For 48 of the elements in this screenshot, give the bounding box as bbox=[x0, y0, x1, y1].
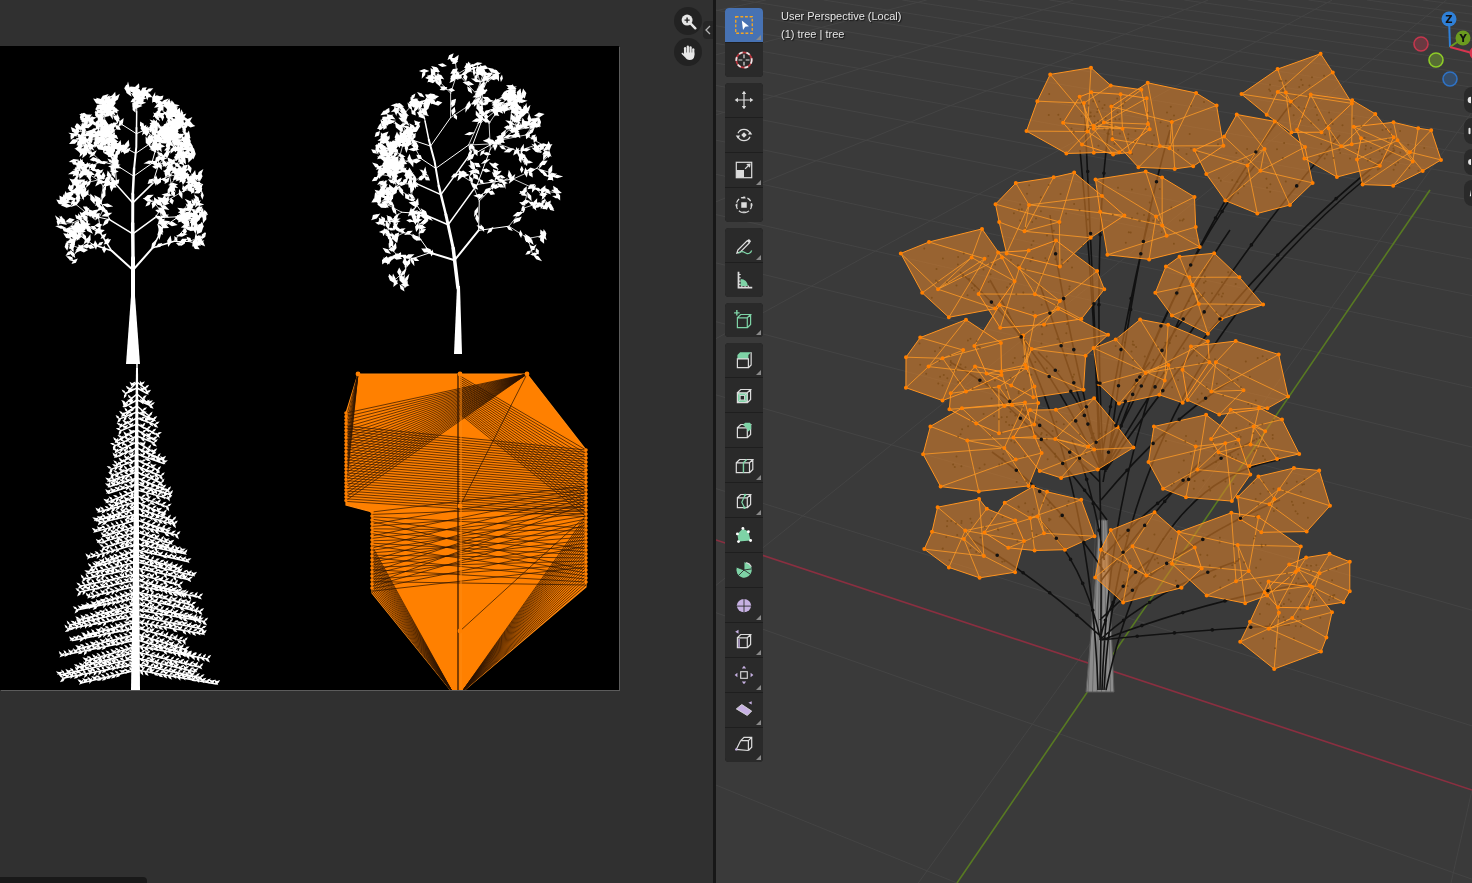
axis-handle[interactable] bbox=[1442, 71, 1458, 87]
add-cube-tool[interactable] bbox=[725, 303, 763, 337]
move-tool[interactable] bbox=[725, 83, 763, 117]
edge-slide-tool[interactable] bbox=[725, 623, 763, 657]
cube-plus-icon bbox=[733, 309, 755, 331]
navigation-button[interactable] bbox=[1464, 149, 1472, 175]
rip-tool[interactable] bbox=[725, 728, 763, 762]
move-arrows-icon bbox=[733, 89, 755, 111]
measure-tool[interactable] bbox=[725, 263, 763, 297]
axis-handle[interactable] bbox=[1428, 52, 1444, 68]
semicircle-icon bbox=[1466, 157, 1471, 167]
hand-icon bbox=[679, 43, 697, 61]
pie-icon bbox=[733, 559, 755, 581]
smooth-tool[interactable] bbox=[725, 588, 763, 622]
scale-icon bbox=[733, 159, 755, 181]
scale-tool[interactable] bbox=[725, 153, 763, 187]
edge-slide-icon bbox=[733, 629, 755, 651]
bevel-tool[interactable] bbox=[725, 413, 763, 447]
zoom-icon bbox=[679, 12, 697, 30]
sidebar-toggle[interactable] bbox=[703, 21, 713, 39]
axis-handle[interactable] bbox=[1449, 46, 1472, 59]
navigation-button[interactable] bbox=[1464, 118, 1472, 144]
extrude-tool[interactable] bbox=[725, 343, 763, 377]
semicircle-icon bbox=[1466, 95, 1471, 105]
inset-tool[interactable] bbox=[725, 378, 763, 412]
zoom-button[interactable] bbox=[674, 7, 702, 35]
annotate-tool[interactable] bbox=[725, 228, 763, 262]
object-name-label: (1) tree | tree bbox=[781, 27, 846, 42]
chevron-icon bbox=[705, 25, 711, 35]
bar-icon bbox=[1466, 126, 1471, 136]
spin-tool[interactable] bbox=[725, 553, 763, 587]
crosshair-icon bbox=[733, 49, 755, 71]
axis-handle[interactable] bbox=[1413, 36, 1429, 52]
loop-cut-tool[interactable] bbox=[725, 448, 763, 482]
shear-tool[interactable] bbox=[725, 693, 763, 727]
view-name-label: User Perspective (Local) bbox=[781, 9, 902, 24]
pan-button[interactable] bbox=[674, 38, 702, 66]
shrink-icon bbox=[733, 664, 755, 686]
rotate-tool[interactable] bbox=[725, 118, 763, 152]
knife-tool[interactable] bbox=[725, 483, 763, 517]
transform-tool[interactable] bbox=[725, 188, 763, 222]
polygon-icon bbox=[733, 524, 755, 546]
navigation-button[interactable] bbox=[1464, 87, 1472, 113]
transform-icon bbox=[733, 194, 755, 216]
axis-handle[interactable]: Z bbox=[1441, 11, 1457, 48]
poly-build-tool[interactable] bbox=[725, 518, 763, 552]
cursor-tool[interactable] bbox=[725, 43, 763, 77]
shrink-tool[interactable] bbox=[725, 658, 763, 692]
